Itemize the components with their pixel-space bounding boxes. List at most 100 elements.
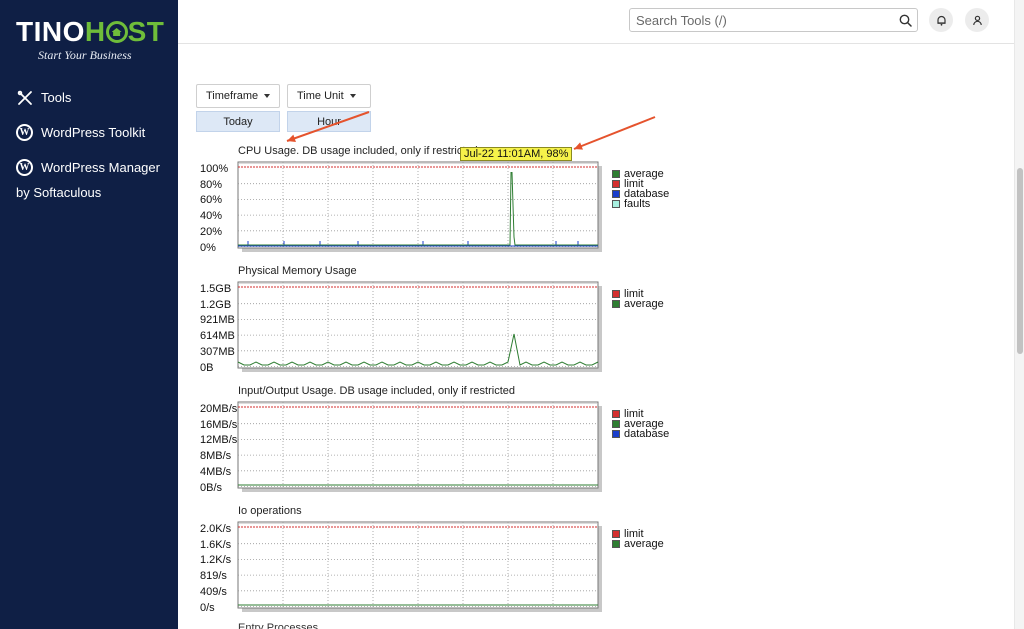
chart-title-memory: Physical Memory Usage — [238, 265, 357, 277]
chart-memory — [237, 281, 602, 372]
chart-title-iops: Io operations — [238, 505, 302, 517]
chart-title-entry-processes: Entry Processes — [238, 623, 319, 629]
y-tick-label: 2.0K/s — [200, 523, 232, 535]
legend-item-average: average — [612, 298, 664, 310]
caret-down-icon — [349, 94, 356, 98]
chart-frame — [237, 281, 599, 369]
legend-swatch — [612, 180, 620, 188]
time-unit-dropdown[interactable]: Time Unit — [287, 84, 371, 108]
chart-iops — [237, 521, 602, 612]
y-tick-label: 0/s — [200, 601, 215, 614]
y-tick-label: 1.2GB — [200, 298, 232, 311]
search-input[interactable] — [636, 12, 893, 28]
y-tick-label: 0% — [200, 241, 216, 254]
y-tick-label: 819/s — [200, 570, 227, 583]
arrow-head — [574, 142, 583, 150]
tools-icon — [16, 89, 33, 106]
legend-label: average — [624, 538, 664, 550]
legend-item-faults: faults — [612, 198, 669, 210]
search-box[interactable] — [629, 8, 918, 32]
sidebar-item-label: WordPress Toolkit — [41, 125, 146, 140]
y-tick-label: 100% — [200, 163, 229, 175]
y-tick-label: 614MB — [200, 330, 235, 343]
y-tick-label: 80% — [200, 178, 223, 191]
chart-legend: limit average database — [612, 409, 670, 440]
legend-label: database — [624, 428, 670, 440]
y-tick-label: 1.6K/s — [200, 538, 232, 551]
legend-swatch — [612, 430, 620, 438]
page-scrollbar[interactable] — [1014, 0, 1024, 629]
chart-frame — [237, 401, 599, 489]
chart-shadow — [242, 526, 602, 612]
chart-shadow — [242, 406, 602, 492]
chart-frame — [237, 521, 599, 609]
today-button[interactable]: Today — [196, 111, 280, 132]
legend-label: average — [624, 298, 664, 310]
sidebar-item-label: Tools — [41, 90, 72, 105]
y-tick-label: 307MB — [200, 345, 235, 358]
search-icon[interactable] — [893, 9, 917, 31]
legend-label: faults — [624, 198, 651, 210]
notifications-button[interactable] — [929, 8, 953, 32]
legend-item-average: average — [612, 538, 664, 550]
logo-wordmark: TINOH ST — [16, 16, 165, 47]
sidebar-item-tools[interactable]: Tools — [16, 89, 71, 106]
legend-swatch — [612, 540, 620, 548]
timeframe-dropdown[interactable]: Timeframe — [196, 84, 280, 108]
y-tick-label: 40% — [200, 210, 223, 223]
chart-title-io: Input/Output Usage. DB usage included, o… — [238, 385, 515, 397]
y-tick-label: 16MB/s — [200, 418, 238, 431]
chart-shadow — [242, 286, 602, 372]
legend-swatch — [612, 170, 620, 178]
y-tick-label: 20MB/s — [200, 403, 238, 415]
y-tick-label: 0B — [200, 361, 214, 374]
y-tick-label: 1.2K/s — [200, 554, 232, 567]
y-tick-label: 20% — [200, 225, 223, 238]
legend-swatch — [612, 190, 620, 198]
annotation-arrow — [573, 116, 656, 150]
user-icon — [972, 15, 982, 25]
time-unit-label: Time Unit — [297, 90, 344, 102]
average-series — [238, 171, 598, 246]
sidebar-item-wordpress-toolkit[interactable]: W WordPress Toolkit — [16, 124, 145, 141]
user-menu-button[interactable] — [965, 8, 989, 32]
chart-legend: average limit database faults — [612, 169, 669, 210]
y-tick-label: 1.5GB — [200, 283, 232, 295]
scrollbar-thumb[interactable] — [1017, 168, 1023, 354]
sidebar: TINOH ST Start Your Business Tools W Word… — [0, 0, 178, 629]
house-icon — [105, 21, 128, 43]
legend-swatch — [612, 290, 620, 298]
legend-swatch — [612, 300, 620, 308]
caret-down-icon — [264, 94, 271, 98]
topbar — [178, 0, 1014, 44]
y-tick-label: 0B/s — [200, 481, 223, 494]
legend-swatch — [612, 420, 620, 428]
chart-title-cpu: CPU Usage. DB usage included, only if re… — [238, 145, 478, 157]
average-series — [237, 333, 599, 366]
chart-frame — [237, 161, 599, 249]
sidebar-item-label: WordPress Manager — [41, 160, 160, 175]
wordpress-icon: W — [16, 124, 33, 141]
chart-tooltip: Jul-22 11:01AM, 98% — [460, 147, 573, 161]
chart-legend: limit average — [612, 289, 664, 310]
y-tick-label: 12MB/s — [200, 434, 238, 447]
arrow-head — [287, 134, 296, 142]
hour-button[interactable]: Hour — [287, 111, 371, 132]
y-tick-label: 921MB — [200, 314, 235, 327]
chart-legend: limit average — [612, 529, 664, 550]
timeframe-label: Timeframe — [206, 90, 259, 102]
sidebar-item-wordpress-manager[interactable]: W WordPress Manager — [16, 159, 160, 176]
y-tick-label: 4MB/s — [200, 465, 232, 478]
logo-tagline: Start Your Business — [38, 48, 132, 62]
legend-swatch — [612, 410, 620, 418]
y-tick-label: 60% — [200, 194, 223, 207]
wordpress-icon: W — [16, 159, 33, 176]
y-tick-label: 409/s — [200, 585, 227, 598]
legend-swatch — [612, 530, 620, 538]
legend-swatch — [612, 200, 620, 208]
tinohost-logo[interactable]: TINOH ST Start Your Business — [16, 16, 164, 63]
y-tick-label: 8MB/s — [200, 450, 232, 463]
legend-item-database: database — [612, 428, 670, 440]
sidebar-item-sublabel: by Softaculous — [16, 185, 102, 200]
chart-io — [237, 401, 602, 492]
